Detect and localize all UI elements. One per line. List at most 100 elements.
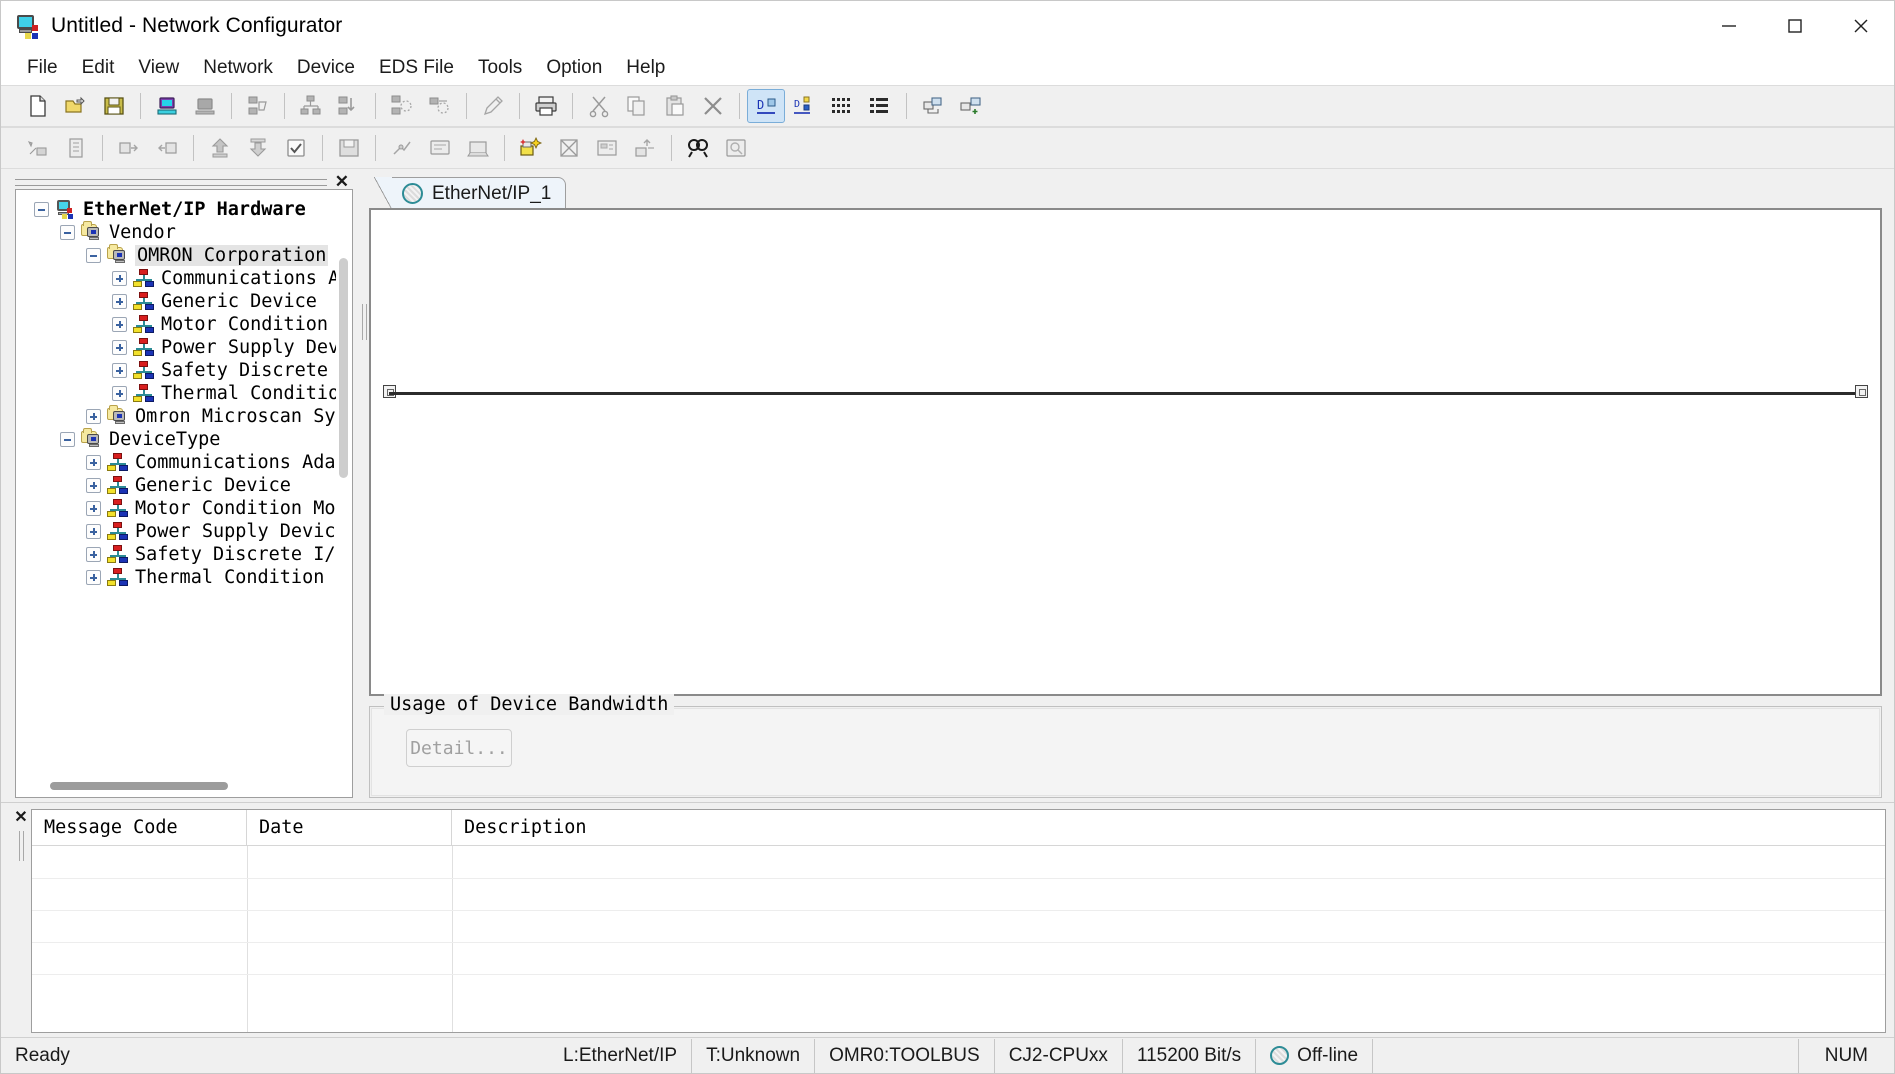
- hardware-tree[interactable]: EtherNet/IP Hardware Vendor OMRON Corporat…: [15, 189, 353, 798]
- expand-icon[interactable]: [86, 524, 101, 539]
- network-tab-icon: [402, 183, 423, 204]
- message-table-body[interactable]: [32, 846, 1885, 1032]
- bandwidth-detail-button[interactable]: Detail...: [406, 729, 512, 767]
- tree-item[interactable]: Motor Condition Monito: [34, 497, 336, 520]
- status-filler: [1373, 1038, 1799, 1073]
- usage-of-device-bandwidth-group: Usage of Device Bandwidth Detail...: [369, 694, 1882, 798]
- tree-item[interactable]: Safety Discrete I/O De: [34, 543, 336, 566]
- tree-item-label: Thermal Condition Moni: [135, 567, 336, 588]
- expand-icon[interactable]: [86, 455, 101, 470]
- network-canvas[interactable]: [369, 208, 1882, 696]
- expand-icon[interactable]: [112, 317, 127, 332]
- bandwidth-group-label: Usage of Device Bandwidth: [384, 694, 675, 715]
- list-view-button[interactable]: [823, 89, 861, 123]
- compare-network-button: [383, 89, 421, 123]
- device-reference-button[interactable]: [914, 89, 952, 123]
- column-header-description[interactable]: Description: [452, 810, 1885, 845]
- close-button[interactable]: [1828, 1, 1894, 51]
- new-button[interactable]: [19, 89, 57, 123]
- tree-item[interactable]: Safety Discrete I/O: [34, 359, 336, 382]
- connect-network-button[interactable]: [148, 89, 186, 123]
- hardware-list-pane: ✕ EtherNet/IP Hardware Vendor OMRON Corpor…: [1, 169, 361, 802]
- column-header-message-code[interactable]: Message Code: [32, 810, 247, 845]
- collapse-icon[interactable]: [86, 248, 101, 263]
- collapse-icon[interactable]: [60, 432, 75, 447]
- print-button[interactable]: [527, 89, 565, 123]
- expand-icon[interactable]: [112, 363, 127, 378]
- detail-view-button[interactable]: [861, 89, 899, 123]
- tree-item-label: Motor Condition Monito: [135, 498, 336, 519]
- hardware-tree-horizontal-scrollbar[interactable]: [16, 775, 352, 797]
- expand-icon[interactable]: [112, 271, 127, 286]
- expand-icon[interactable]: [112, 294, 127, 309]
- save-button[interactable]: [95, 89, 133, 123]
- download-to-network-button: [292, 89, 330, 123]
- tree-item[interactable]: Communications Adap: [34, 267, 336, 290]
- tree-item[interactable]: Communications Adapter: [34, 451, 336, 474]
- column-header-date[interactable]: Date: [247, 810, 452, 845]
- tree-item[interactable]: EtherNet/IP Hardware: [34, 198, 336, 221]
- tree-item[interactable]: OMRON Corporation: [34, 244, 336, 267]
- network-segment-right-terminator[interactable]: [1855, 385, 1868, 398]
- collapse-icon[interactable]: [60, 225, 75, 240]
- open-button[interactable]: [57, 89, 95, 123]
- expand-icon[interactable]: [112, 340, 127, 355]
- svg-text:D: D: [757, 98, 764, 112]
- message-pane-close-icon[interactable]: ✕: [14, 810, 27, 826]
- tree-item[interactable]: Thermal Condition M: [34, 382, 336, 405]
- scrollbar-thumb[interactable]: [50, 782, 228, 790]
- pane-drag-handle[interactable]: [15, 178, 327, 186]
- expand-icon[interactable]: [86, 409, 101, 424]
- menu-tools[interactable]: Tools: [466, 55, 534, 81]
- menu-view[interactable]: View: [126, 55, 191, 81]
- tree-item[interactable]: Motor Condition Mon: [34, 313, 336, 336]
- menu-eds-file[interactable]: EDS File: [367, 55, 466, 81]
- tree-item[interactable]: DeviceType: [34, 428, 336, 451]
- message-table[interactable]: Message Code Date Description: [31, 809, 1886, 1033]
- hardware-tree-vertical-scrollbar[interactable]: [336, 190, 352, 775]
- menu-edit[interactable]: Edit: [70, 55, 127, 81]
- status-online-label: Off-line: [1297, 1044, 1359, 1066]
- tree-item-label: DeviceType: [109, 429, 221, 450]
- tree-item[interactable]: Omron Microscan System: [34, 405, 336, 428]
- device-reference-add-button[interactable]: [952, 89, 990, 123]
- menu-network[interactable]: Network: [191, 55, 285, 81]
- message-pane-drag-handle[interactable]: [18, 831, 24, 861]
- large-icons-view-button[interactable]: D: [747, 89, 785, 123]
- network-trunk-line[interactable]: [389, 392, 1862, 395]
- tree-item[interactable]: Vendor: [34, 221, 336, 244]
- expand-icon[interactable]: [112, 386, 127, 401]
- find-next-button: [717, 131, 755, 165]
- network-routing-button: [383, 131, 421, 165]
- expand-icon[interactable]: [86, 478, 101, 493]
- tree-item[interactable]: Generic Device: [34, 290, 336, 313]
- menu-option[interactable]: Option: [534, 55, 614, 81]
- application-window: Untitled - Network Configurator File Edi…: [0, 0, 1895, 1074]
- tab-ethernet-ip-1[interactable]: EtherNet/IP_1: [373, 177, 567, 210]
- tree-item[interactable]: Generic Device: [34, 474, 336, 497]
- menu-device[interactable]: Device: [285, 55, 367, 81]
- maximize-button[interactable]: [1762, 1, 1828, 51]
- add-device-button[interactable]: [512, 131, 550, 165]
- minimize-button[interactable]: [1696, 1, 1762, 51]
- small-icons-view-button[interactable]: D: [785, 89, 823, 123]
- scrollbar-thumb[interactable]: [339, 258, 348, 478]
- expand-icon[interactable]: [86, 570, 101, 585]
- tree-item[interactable]: Thermal Condition Moni: [34, 566, 336, 589]
- expand-icon[interactable]: [86, 501, 101, 516]
- network-setup-button: [421, 131, 459, 165]
- tree-item[interactable]: Power Supply Device: [34, 336, 336, 359]
- device-node-icon: [107, 568, 129, 587]
- menu-file[interactable]: File: [15, 55, 70, 81]
- tree-item-label: Power Supply Device: [161, 337, 336, 358]
- collapse-icon[interactable]: [34, 202, 49, 217]
- tree-item[interactable]: Power Supply Device: [34, 520, 336, 543]
- verify-network-button: [421, 89, 459, 123]
- tree-item-label: Motor Condition Mon: [161, 314, 336, 335]
- expand-icon[interactable]: [86, 547, 101, 562]
- vertical-splitter[interactable]: [361, 169, 369, 802]
- network-connection-button: [459, 131, 497, 165]
- hardware-pane-close-icon[interactable]: ✕: [335, 173, 353, 190]
- menu-help[interactable]: Help: [614, 55, 677, 81]
- find-button[interactable]: [679, 131, 717, 165]
